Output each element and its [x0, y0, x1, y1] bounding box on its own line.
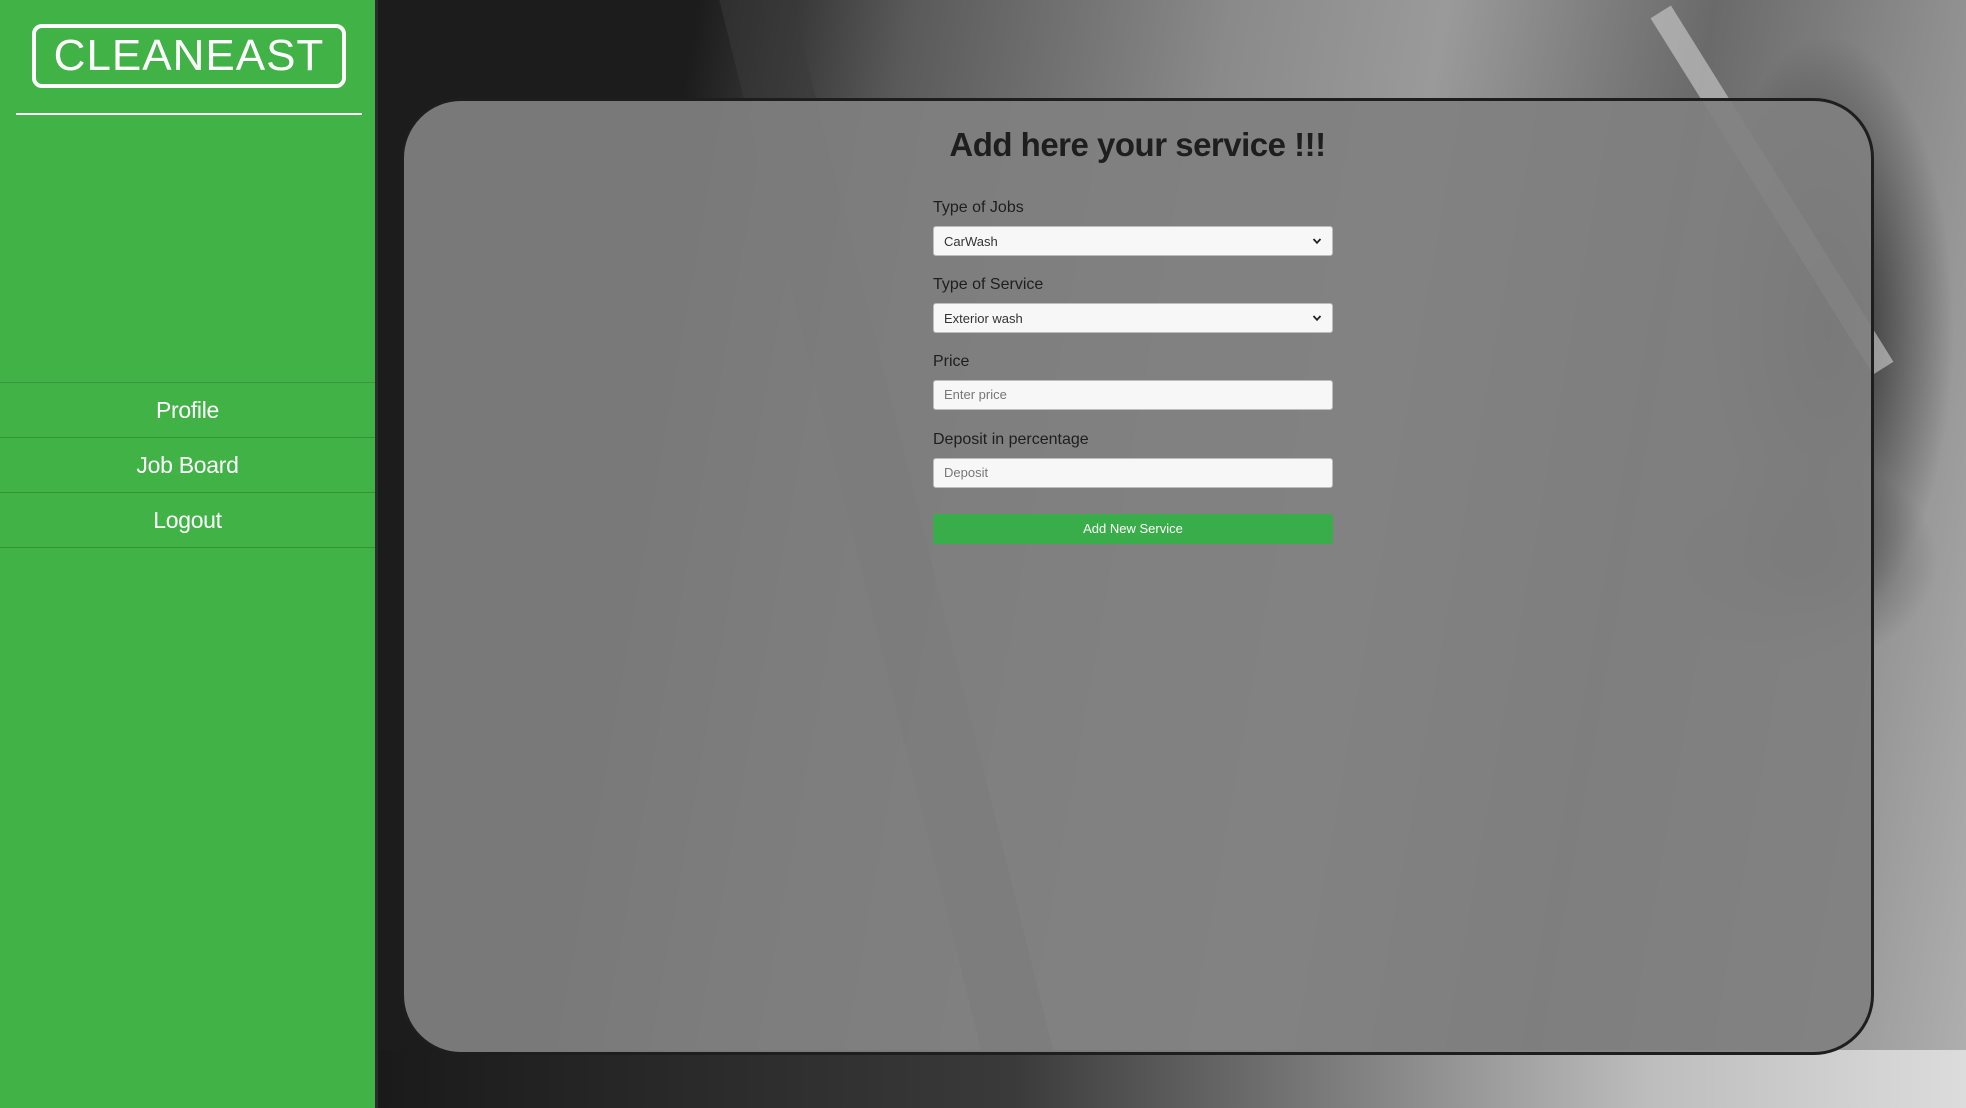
page-title: Add here your service !!!	[949, 126, 1326, 163]
deposit-input[interactable]: Deposit	[933, 458, 1333, 488]
chevron-down-icon	[1312, 315, 1322, 322]
service-type-select[interactable]: Exterior wash	[933, 303, 1333, 333]
sidebar-nav: Profile Job Board Logout	[0, 382, 375, 548]
service-type-selected-value: Exterior wash	[944, 310, 1023, 326]
logo-divider	[16, 113, 362, 115]
job-type-selected-value: CarWash	[944, 233, 998, 249]
background-floor	[378, 1050, 1966, 1108]
add-service-panel: Add here your service !!! Type of Jobs C…	[401, 98, 1874, 1055]
price-label: Price	[933, 353, 970, 370]
sidebar: CLEANEAST Profile Job Board Logout	[0, 0, 378, 1108]
sidebar-item-job-board[interactable]: Job Board	[0, 438, 375, 493]
sidebar-item-profile[interactable]: Profile	[0, 383, 375, 438]
job-type-select[interactable]: CarWash	[933, 226, 1333, 256]
brand-logo[interactable]: CLEANEAST	[32, 24, 346, 88]
add-service-form: Type of Jobs CarWash Type of Service Ext…	[933, 199, 1335, 544]
sidebar-item-logout[interactable]: Logout	[0, 493, 375, 548]
add-new-service-button[interactable]: Add New Service	[933, 514, 1333, 544]
deposit-label: Deposit in percentage	[933, 431, 1089, 448]
service-type-label: Type of Service	[933, 276, 1044, 293]
job-type-label: Type of Jobs	[933, 199, 1024, 216]
chevron-down-icon	[1312, 238, 1322, 245]
price-input[interactable]: Enter price	[933, 380, 1333, 410]
